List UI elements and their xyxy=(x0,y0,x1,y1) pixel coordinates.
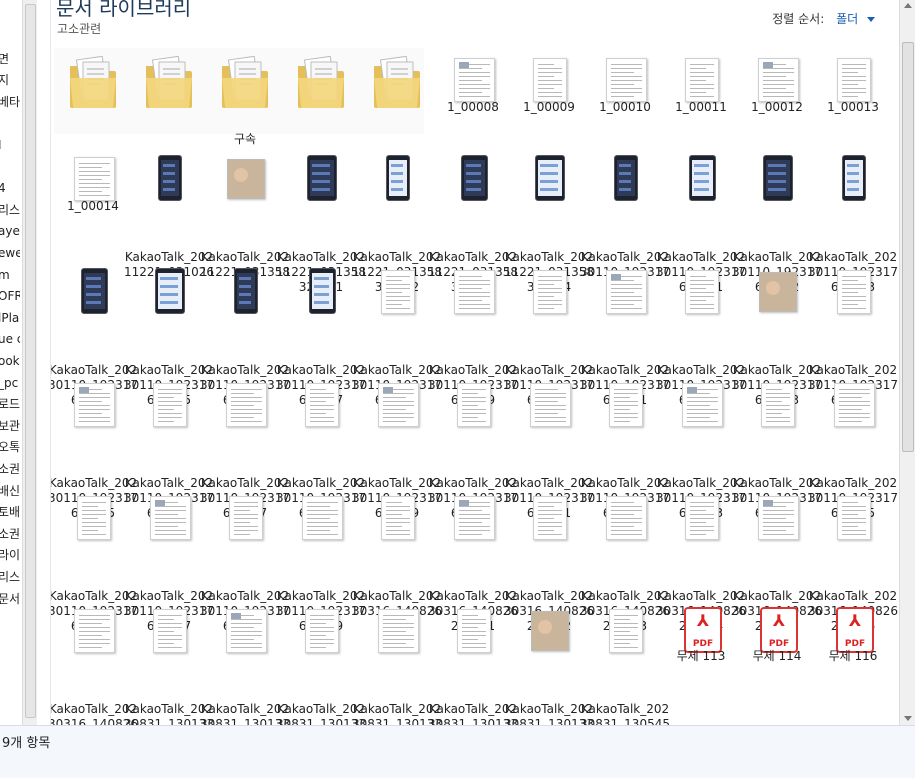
item-count: 9개 항목 xyxy=(2,736,51,751)
file-thumbnail xyxy=(283,377,359,473)
file-thumbnail xyxy=(663,151,739,247)
nav-item[interactable]: ue c xyxy=(0,332,20,346)
file-thumbnail xyxy=(359,151,435,247)
file-thumbnail xyxy=(815,264,891,360)
nav-item[interactable]: 보관 xyxy=(0,419,20,433)
file-thumbnail xyxy=(55,603,131,699)
nav-item[interactable]: ook xyxy=(0,354,20,368)
nav-item[interactable]: 소권 xyxy=(0,462,20,476)
file-thumbnail xyxy=(587,151,663,247)
nav-item[interactable]: 지 xyxy=(0,73,9,87)
nav-item[interactable]: 4 xyxy=(0,181,6,195)
file-thumbnail xyxy=(511,603,587,699)
file-thumbnail xyxy=(511,490,587,586)
folder-icon xyxy=(55,52,131,148)
nav-item[interactable]: 토배 xyxy=(0,505,20,519)
file-thumbnail xyxy=(359,603,435,699)
file-thumbnail xyxy=(283,490,359,586)
content-scroll-thumb[interactable] xyxy=(902,42,914,452)
nav-item[interactable]: lPla xyxy=(0,311,19,325)
file-thumbnail xyxy=(131,377,207,473)
folder-icon xyxy=(283,52,359,148)
file-thumbnail xyxy=(359,264,435,360)
file-thumbnail xyxy=(587,377,663,473)
nav-item[interactable]: ewe xyxy=(0,246,20,260)
file-thumbnail xyxy=(511,264,587,360)
nav-item[interactable]: 오톡 xyxy=(0,440,20,454)
file-name: 1_00013 xyxy=(827,100,879,114)
nav-item[interactable]: 리스 xyxy=(0,203,20,217)
file-thumbnail xyxy=(739,264,815,360)
file-thumbnail xyxy=(739,377,815,473)
nav-item[interactable]: 라이 xyxy=(0,548,20,562)
file-thumbnail xyxy=(739,151,815,247)
file-thumbnail xyxy=(587,603,663,699)
nav-item[interactable]: _pc xyxy=(0,376,18,390)
navigation-scrollbar[interactable] xyxy=(22,0,37,725)
file-thumbnail xyxy=(815,490,891,586)
nav-item[interactable]: 배신 xyxy=(0,484,20,498)
file-thumbnail xyxy=(359,377,435,473)
file-name: 구속 xyxy=(233,132,257,146)
file-thumbnail xyxy=(207,377,283,473)
file-thumbnail xyxy=(283,151,359,247)
file-thumbnail xyxy=(131,603,207,699)
file-thumbnail xyxy=(207,490,283,586)
file-thumbnail xyxy=(435,603,511,699)
nav-item[interactable]: 베타 xyxy=(0,95,20,109)
file-thumbnail xyxy=(55,377,131,473)
file-thumbnail xyxy=(815,377,891,473)
file-thumbnail xyxy=(663,264,739,360)
nav-item[interactable]: m xyxy=(0,268,10,282)
file-thumbnail xyxy=(587,264,663,360)
content-scrollbar[interactable] xyxy=(899,0,915,725)
file-thumbnail xyxy=(815,151,891,247)
file-thumbnail xyxy=(55,490,131,586)
content-pane: 문서 라이브러리 고소관련 정렬 순서: 폴더 구속 1_00008 1_0000… xyxy=(51,0,899,725)
nav-item[interactable]: ayer xyxy=(0,224,20,238)
file-thumbnail xyxy=(207,264,283,360)
file-thumbnail xyxy=(283,603,359,699)
file-thumbnail xyxy=(359,490,435,586)
file-thumbnail xyxy=(55,264,131,360)
file-thumbnail xyxy=(587,490,663,586)
file-thumbnail xyxy=(511,151,587,247)
file-thumbnail xyxy=(131,490,207,586)
file-grid: 구속 1_00008 1_00009 1_00010 1_00011 1_00012 1_… xyxy=(51,0,899,725)
pane-splitter[interactable] xyxy=(37,0,51,725)
nav-item[interactable]: 로드 xyxy=(0,397,20,411)
file-thumbnail xyxy=(131,151,207,247)
file-name: 1_00014 xyxy=(67,199,119,213)
scroll-up-icon[interactable] xyxy=(904,3,912,8)
nav-item[interactable]: 리스 xyxy=(0,570,20,584)
navigation-pane[interactable]: 면지베타 I 4 리스 ayer ewe m OFRe lPla ue c ook _pc 로드보관오톡… xyxy=(0,0,20,725)
folder-icon xyxy=(131,52,207,148)
nav-item[interactable]: 면 xyxy=(0,52,9,66)
file-thumbnail xyxy=(435,377,511,473)
nav-item[interactable]: 문서 xyxy=(0,592,20,606)
nav-item[interactable]: OFRe xyxy=(0,289,20,303)
file-thumbnail xyxy=(663,490,739,586)
file-name: KakaoTalk_20230831_130545637 xyxy=(580,702,670,725)
file-thumbnail xyxy=(435,490,511,586)
folder-icon xyxy=(359,52,435,148)
nav-item[interactable]: 소권 xyxy=(0,527,20,541)
status-bar: 9개 항목 xyxy=(0,725,915,778)
file-thumbnail xyxy=(435,151,511,247)
file-thumbnail xyxy=(207,151,283,247)
file-thumbnail xyxy=(435,264,511,360)
file-thumbnail xyxy=(207,603,283,699)
scroll-down-icon[interactable] xyxy=(904,716,912,721)
file-thumbnail xyxy=(283,264,359,360)
file-name: 무제 116 xyxy=(828,649,878,663)
navigation-scroll-thumb[interactable] xyxy=(25,4,36,718)
file-thumbnail xyxy=(739,490,815,586)
file-thumbnail xyxy=(131,264,207,360)
nav-item[interactable]: I xyxy=(0,138,2,152)
file-thumbnail xyxy=(663,377,739,473)
file-thumbnail xyxy=(511,377,587,473)
